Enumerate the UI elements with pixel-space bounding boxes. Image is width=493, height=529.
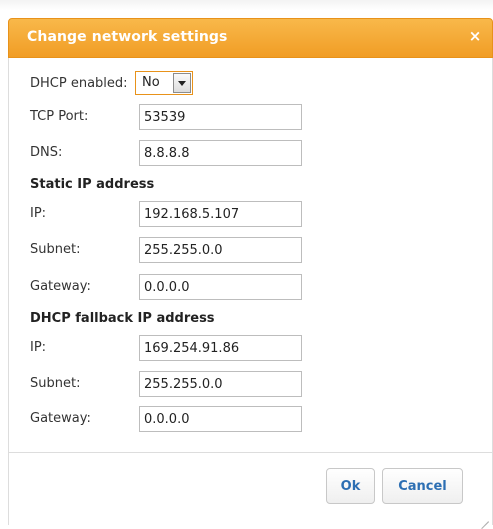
static-ip-input[interactable] bbox=[139, 201, 302, 227]
dialog-title: Change network settings bbox=[27, 29, 228, 45]
static-gateway-input[interactable] bbox=[139, 274, 302, 300]
static-subnet-row: Subnet: bbox=[9, 235, 492, 265]
fallback-gateway-input[interactable] bbox=[139, 406, 302, 432]
dropdown-arrow-icon[interactable] bbox=[173, 73, 191, 93]
fallback-subnet-label: Subnet: bbox=[30, 376, 81, 391]
dns-label: DNS: bbox=[30, 145, 63, 160]
dhcp-enabled-label: DHCP enabled: bbox=[30, 76, 128, 91]
fallback-ip-input[interactable] bbox=[139, 335, 302, 361]
fallback-gateway-row: Gateway: bbox=[9, 404, 492, 434]
dhcp-enabled-row: DHCP enabled: No bbox=[9, 69, 492, 99]
network-settings-dialog: Change network settings × DHCP enabled: … bbox=[0, 0, 493, 525]
fallback-gateway-label: Gateway: bbox=[30, 411, 91, 426]
dialog-title-bar[interactable]: Change network settings × bbox=[8, 18, 493, 58]
tcp-port-row: TCP Port: bbox=[9, 102, 492, 132]
static-ip-row: IP: bbox=[9, 199, 492, 229]
resize-grip-icon[interactable] bbox=[479, 512, 489, 522]
static-ip-label: IP: bbox=[30, 206, 47, 221]
fallback-ip-label: IP: bbox=[30, 340, 47, 355]
static-gateway-row: Gateway: bbox=[9, 272, 492, 302]
tcp-port-label: TCP Port: bbox=[30, 109, 89, 124]
static-subnet-label: Subnet: bbox=[30, 242, 81, 257]
fallback-subnet-row: Subnet: bbox=[9, 369, 492, 399]
dns-input[interactable] bbox=[139, 140, 302, 166]
fallback-ip-heading: DHCP fallback IP address bbox=[30, 311, 215, 326]
static-subnet-input[interactable] bbox=[139, 237, 302, 263]
dhcp-enabled-value: No bbox=[142, 75, 160, 90]
cancel-button[interactable]: Cancel bbox=[382, 468, 463, 504]
close-icon[interactable]: × bbox=[466, 27, 484, 45]
ok-button[interactable]: Ok bbox=[326, 468, 375, 504]
dialog-content: DHCP enabled: No TCP Port: DNS: Static I… bbox=[8, 58, 493, 452]
fallback-subnet-input[interactable] bbox=[139, 371, 302, 397]
static-ip-heading: Static IP address bbox=[30, 177, 155, 192]
tcp-port-input[interactable] bbox=[139, 104, 302, 130]
static-gateway-label: Gateway: bbox=[30, 279, 91, 294]
fallback-ip-row: IP: bbox=[9, 333, 492, 363]
dns-row: DNS: bbox=[9, 138, 492, 168]
dialog-footer: Ok Cancel bbox=[8, 452, 493, 525]
dhcp-enabled-select[interactable]: No bbox=[135, 71, 193, 95]
